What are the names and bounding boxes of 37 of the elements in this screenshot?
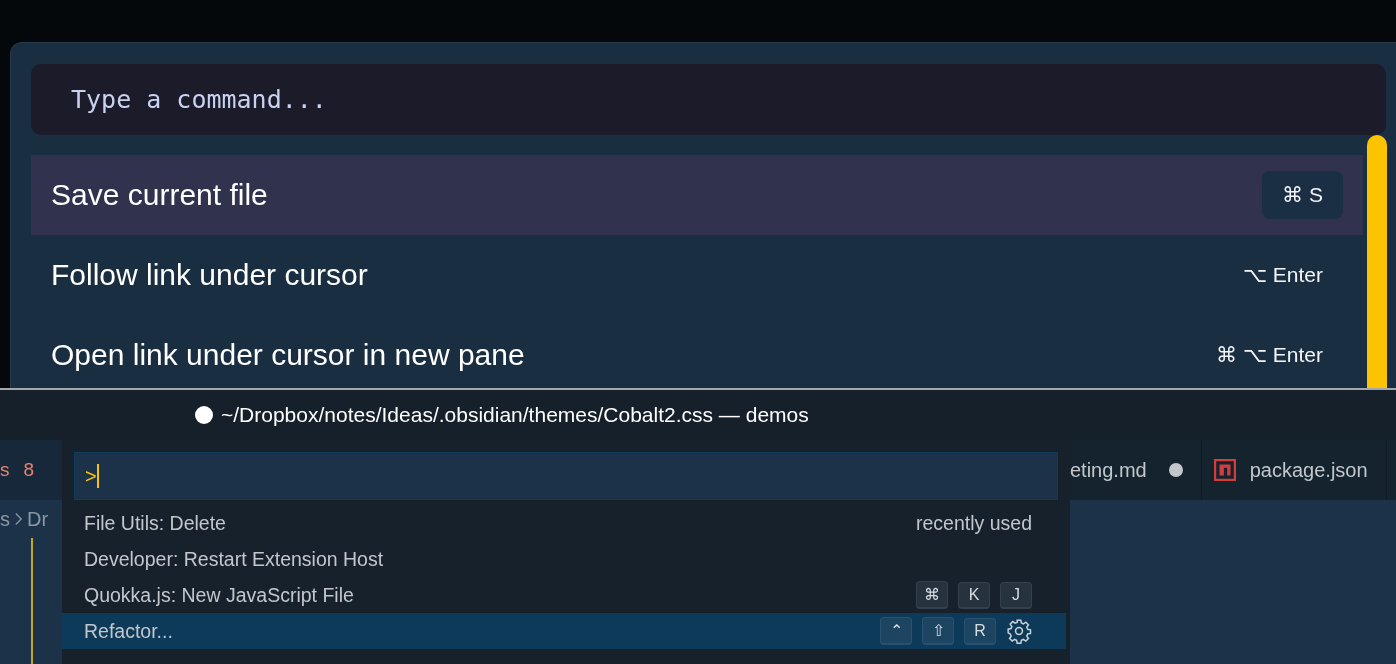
tab-label: s — [0, 459, 10, 481]
hotkey-label: ⌘ ⌥ Enter — [1215, 342, 1324, 368]
hotkey-label: ⌥ Enter — [1241, 262, 1324, 288]
command-input[interactable]: > — [74, 452, 1058, 500]
command-label: File Utils: Delete — [84, 511, 226, 535]
problem-count: 8 — [23, 459, 35, 481]
command-label: Follow link under cursor — [51, 258, 368, 292]
key-cap: R — [964, 617, 996, 645]
breadcrumb-item[interactable]: s — [0, 507, 10, 531]
command-label: Quokka.js: New JavaScript File — [84, 583, 354, 607]
command-item[interactable]: Save current file ⌘ S — [31, 155, 1363, 235]
recent-label: recently used — [916, 511, 1032, 535]
command-label: Open link under cursor in new pane — [51, 338, 525, 372]
window-title: ~/Dropbox/notes/Ideas/.obsidian/themes/Cobalt2.css — demos — [221, 403, 809, 427]
key-cap: ⌃ — [880, 617, 912, 645]
chevron-icon — [14, 511, 23, 527]
command-item[interactable]: Follow link under cursor ⌥ Enter — [31, 235, 1363, 315]
key-cap: K — [958, 581, 990, 609]
package-icon — [1213, 459, 1236, 481]
command-label: Save current file — [51, 178, 268, 212]
key-cap: ⇧ — [922, 617, 954, 645]
key-cap: ⌘ — [916, 581, 948, 609]
tab-label: package.json — [1249, 458, 1368, 482]
settings-icon[interactable] — [1006, 618, 1032, 644]
scrollbar-thumb[interactable] — [1367, 135, 1387, 388]
tab-label: eting.md — [1070, 458, 1147, 482]
command-item[interactable]: Quokka.js: New JavaScript File ⌘ K J — [62, 577, 1066, 613]
command-input[interactable]: Type a command... — [31, 64, 1386, 135]
hotkey-label: ⌘ S — [1262, 171, 1343, 219]
breadcrumb-item[interactable]: Dr — [27, 507, 49, 531]
command-item[interactable]: Developer: Restart Extension Host — [62, 541, 1066, 577]
command-item[interactable]: File Utils: Delete recently used — [62, 505, 1066, 541]
key-cap: J — [1000, 581, 1032, 609]
command-label: Refactor... — [84, 619, 173, 643]
command-label: Developer: Restart Extension Host — [84, 547, 384, 571]
command-item[interactable]: Open link under cursor in new pane ⌘ ⌥ Enter — [31, 315, 1363, 388]
command-item[interactable]: Refactor... ⌃ ⇧ R — [62, 613, 1066, 649]
